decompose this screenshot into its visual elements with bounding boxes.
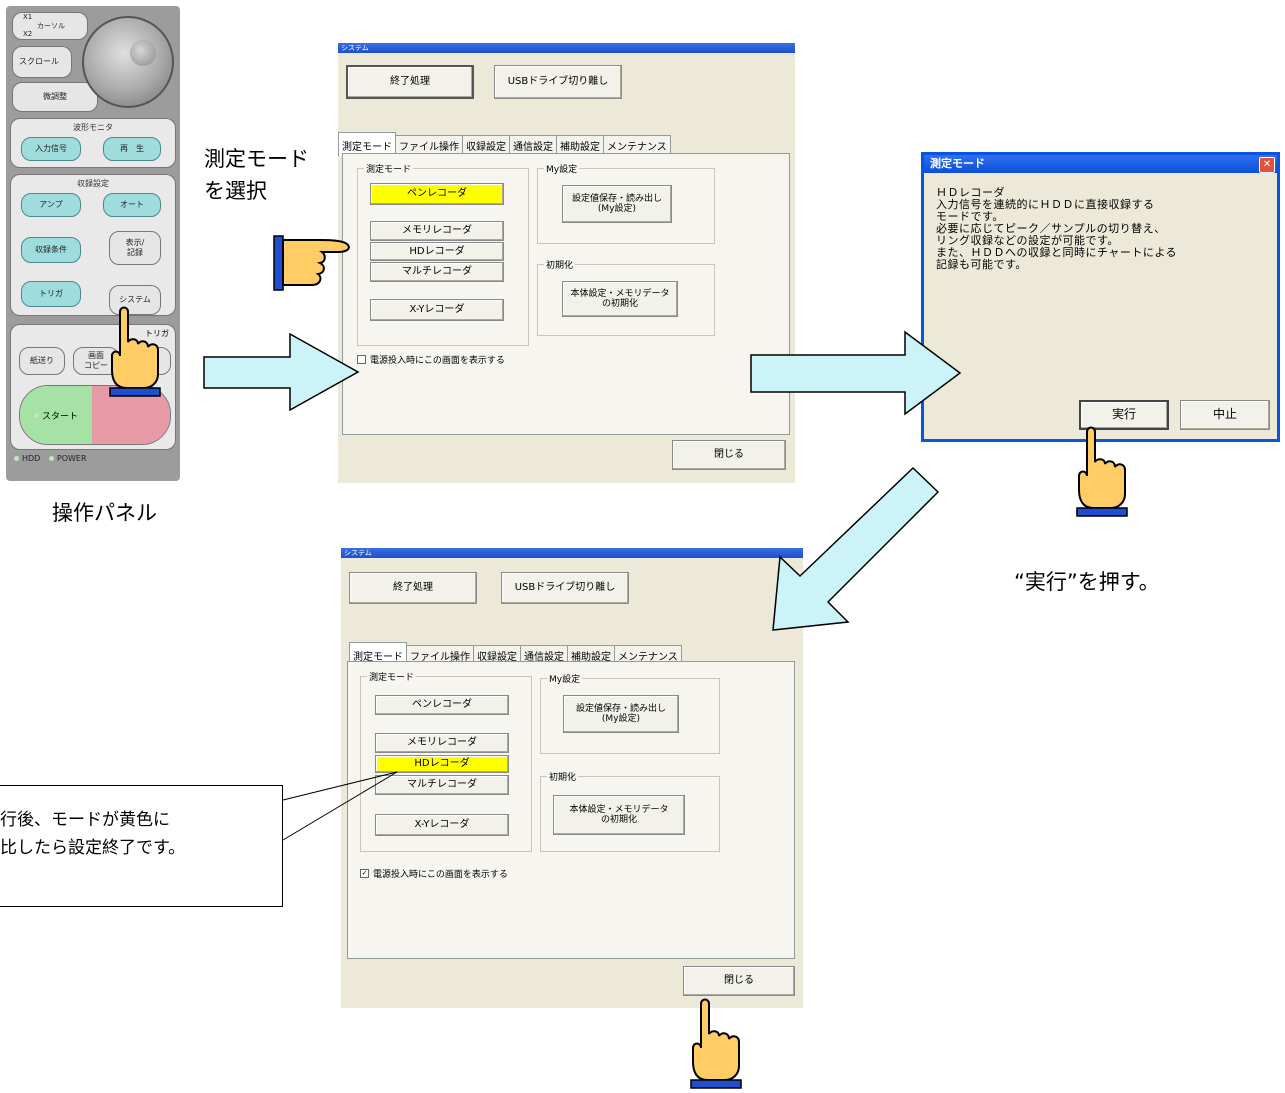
press-hand-icon-execute <box>1076 426 1128 517</box>
press-hand-icon-panel <box>109 306 161 397</box>
press-hand-icon-close <box>690 998 742 1089</box>
arrow-right-1 <box>203 332 360 412</box>
arrow-down-left <box>772 466 940 631</box>
arrow-right-2 <box>750 330 962 416</box>
annotation-overlay <box>109 235 1128 1089</box>
callout-leader-2 <box>282 771 398 841</box>
callout-leader-1 <box>282 771 398 801</box>
pointing-hand-icon <box>273 235 350 291</box>
